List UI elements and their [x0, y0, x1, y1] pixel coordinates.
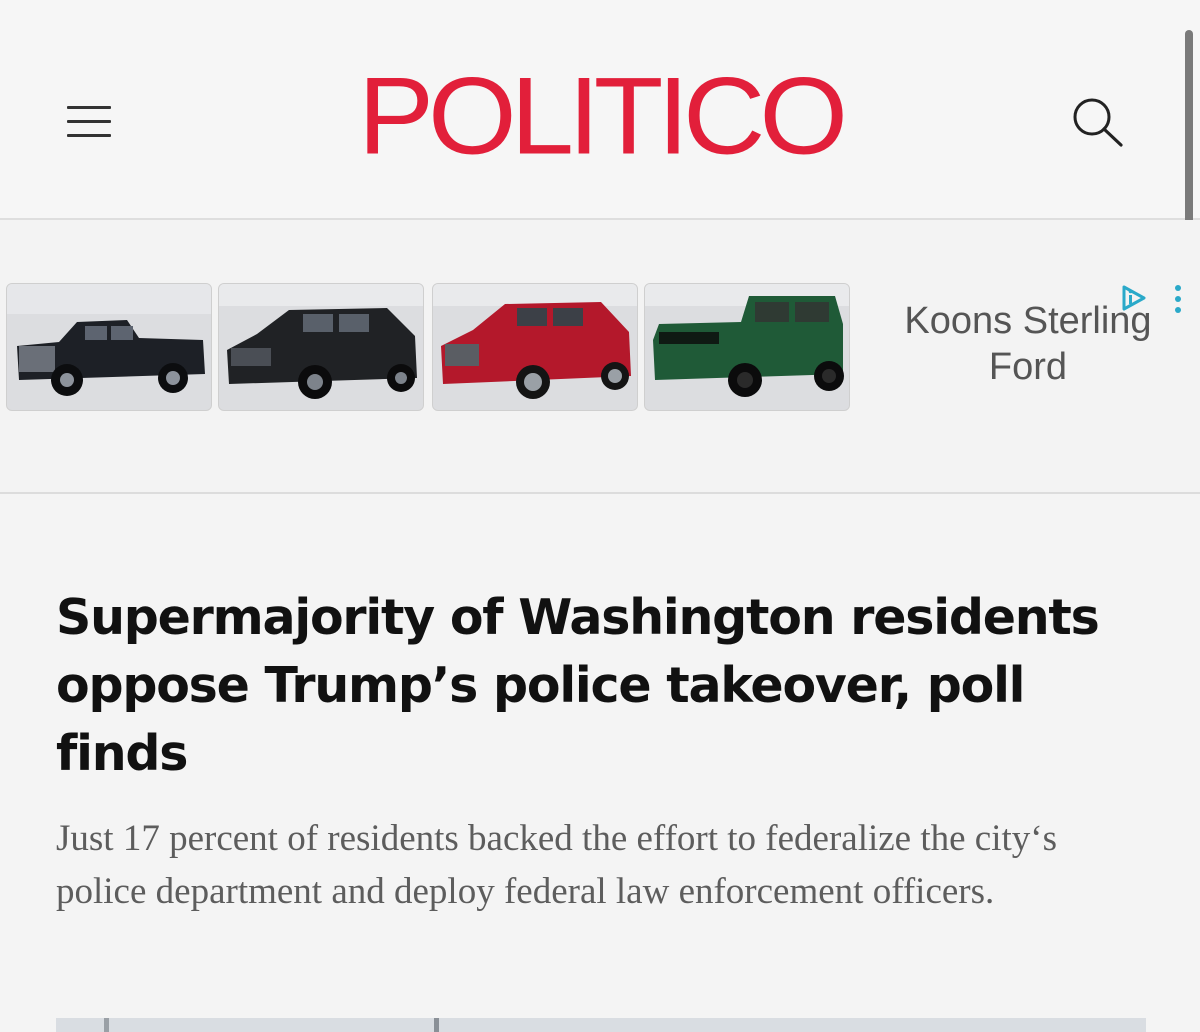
hero-image-detail — [104, 1018, 109, 1032]
hero-image-detail — [434, 1018, 439, 1032]
article-headline[interactable]: Supermajority of Washington residents op… — [56, 584, 1166, 788]
display-ad: Koons Sterling Ford — [0, 220, 1200, 494]
search-icon[interactable] — [1068, 94, 1128, 150]
site-header: POLITICO — [0, 0, 1200, 220]
article-hero-image[interactable] — [56, 1018, 1146, 1032]
vehicle-image-suv-green[interactable] — [644, 283, 850, 411]
hamburger-menu-icon[interactable] — [64, 102, 112, 142]
vehicle-image-suv-red[interactable] — [432, 283, 638, 411]
vehicle-image-pickup[interactable] — [6, 283, 212, 411]
adchoices-icon[interactable] — [1118, 284, 1150, 312]
scrollbar-thumb[interactable] — [1185, 30, 1193, 235]
vehicle-image-suv[interactable] — [218, 283, 424, 411]
vertical-dots-icon[interactable] — [1172, 284, 1184, 316]
politico-logo[interactable]: POLITICO — [352, 62, 848, 171]
article-dek: Just 17 percent of residents backed the … — [56, 818, 1058, 912]
advertiser-name-line2: Ford — [988, 346, 1068, 388]
